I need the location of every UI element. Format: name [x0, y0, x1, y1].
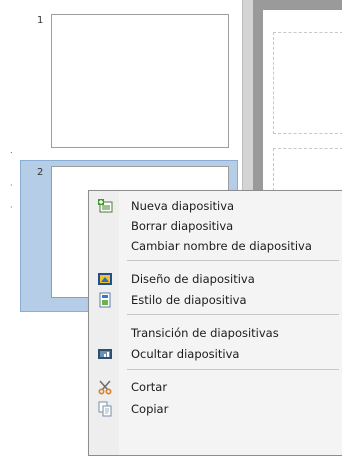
menu-item-hide-slide[interactable]: Ocultar diapositiva	[89, 344, 342, 364]
menu-item-label: Nueva diapositiva	[131, 199, 235, 213]
menu-separator	[127, 260, 339, 261]
menu-item-copy[interactable]: Copiar	[89, 399, 342, 419]
menu-item-new-slide[interactable]: Nueva diapositiva	[89, 196, 342, 216]
new-slide-icon	[97, 198, 113, 214]
menu-item-label: Estilo de diapositiva	[131, 293, 247, 307]
menu-item-label: Diseño de diapositiva	[131, 272, 255, 286]
menu-item-slide-style[interactable]: Estilo de diapositiva	[89, 290, 342, 310]
hide-slide-icon	[97, 346, 113, 362]
side-mark: ·	[10, 203, 13, 212]
menu-separator	[127, 369, 339, 370]
title-placeholder[interactable]	[273, 32, 342, 134]
context-menu: Nueva diapositiva Borrar diapositiva Cam…	[88, 190, 342, 456]
copy-icon	[97, 401, 113, 417]
slide-number: 1	[37, 15, 44, 26]
menu-item-delete-slide[interactable]: Borrar diapositiva	[89, 216, 342, 236]
menu-item-label: Transición de diapositivas	[131, 326, 279, 340]
side-mark: ·	[10, 181, 13, 190]
side-mark: .	[10, 146, 13, 155]
slide-thumbnail-1[interactable]	[51, 14, 229, 148]
menu-item-slide-layout[interactable]: Diseño de diapositiva	[89, 269, 342, 289]
menu-item-slide-transition[interactable]: Transición de diapositivas	[89, 323, 342, 343]
menu-item-rename-slide[interactable]: Cambiar nombre de diapositiva	[89, 236, 342, 256]
cut-icon	[97, 379, 113, 395]
menu-item-label: Borrar diapositiva	[131, 219, 234, 233]
slide-style-icon	[97, 292, 113, 308]
menu-item-cut[interactable]: Cortar	[89, 377, 342, 397]
menu-item-label: Ocultar diapositiva	[131, 347, 240, 361]
slide-number: 2	[37, 167, 44, 178]
slide-layout-icon	[97, 271, 113, 287]
menu-item-label: Cambiar nombre de diapositiva	[131, 239, 312, 253]
menu-separator	[127, 314, 339, 315]
menu-item-label: Copiar	[131, 402, 169, 416]
menu-item-label: Cortar	[131, 380, 168, 394]
